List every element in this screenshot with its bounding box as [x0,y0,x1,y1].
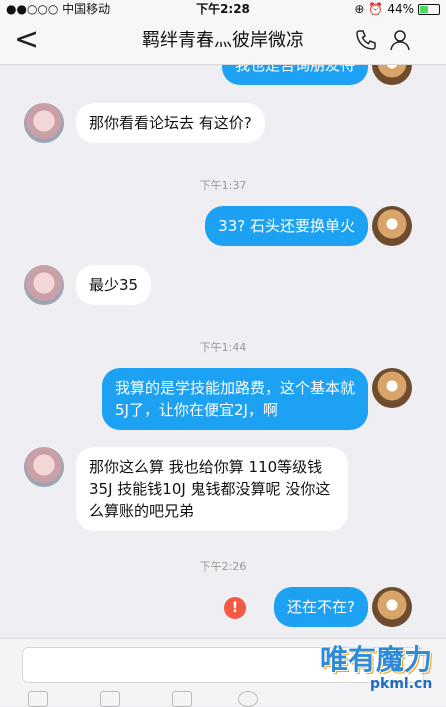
watermark-logo: 唯有魔力 pkml.cn [318,628,444,700]
message-bubble[interactable]: 我也是咨询朋友待 [221,65,368,85]
avatar[interactable] [372,368,412,408]
watermark-url: pkml.cn [370,676,433,692]
message-row: 最少35 [76,265,152,305]
battery-percent: 44% [387,2,414,16]
chat-area[interactable]: 我也是咨询朋友待 那你看看论坛去 有这价? 下午1:37 33? 石头还要换单火… [0,65,446,638]
timestamp: 下午2:26 [199,560,247,573]
watermark-text: 唯有魔力 [320,643,433,676]
camera-icon[interactable] [172,691,192,707]
avatar[interactable] [24,103,64,143]
avatar[interactable] [372,65,412,85]
status-bar: ●●○○○ 中国移动 下午2:28 ⊕ ⏰ 44% [0,0,446,18]
message-row: 我也是咨询朋友待 [221,65,368,85]
avatar[interactable] [372,587,412,627]
avatar[interactable] [24,447,64,487]
avatar[interactable] [24,265,64,305]
message-bubble[interactable]: 我算的是学技能加路费，这个基本就5J了，让你在便宜2J，啊 [102,368,368,430]
message-bubble[interactable]: 那你看看论坛去 有这价? [76,103,265,143]
timestamp: 下午1:37 [199,179,247,192]
message-bubble[interactable]: 33? 石头还要换单火 [205,206,368,246]
status-right: ⊕ ⏰ 44% [354,0,440,18]
image-icon[interactable] [100,691,120,707]
message-row: 33? 石头还要换单火 [205,206,368,246]
nav-bar: < 羁绊青春灬彼岸微凉 [0,18,446,65]
avatar[interactable] [372,206,412,246]
message-row: 那你这么算 我也给你算 110等级钱35J 技能钱10J 鬼钱都没算呢 没你这么… [76,447,348,531]
alarm-icon: ⏰ [368,2,384,16]
chat-title: 羁绊青春灬彼岸微凉 [142,30,304,51]
message-bubble[interactable]: 那你这么算 我也给你算 110等级钱35J 技能钱10J 鬼钱都没算呢 没你这么… [76,447,348,531]
voice-icon[interactable] [28,691,48,707]
phone-call-icon[interactable] [354,28,378,56]
profile-icon[interactable] [388,28,412,56]
emoji-icon[interactable] [238,691,258,707]
message-bubble[interactable]: 最少35 [76,265,152,305]
battery-icon [418,3,440,15]
lock-rotation-icon: ⊕ [354,2,365,16]
timestamp: 下午1:44 [199,341,247,354]
send-failed-icon[interactable]: ! [224,597,246,619]
message-bubble[interactable]: 还在不在? [274,587,368,627]
message-row: 那你看看论坛去 有这价? [76,103,265,143]
message-row: 我算的是学技能加路费，这个基本就5J了，让你在便宜2J，啊 [102,368,368,430]
message-row: 还在不在? [274,587,368,627]
